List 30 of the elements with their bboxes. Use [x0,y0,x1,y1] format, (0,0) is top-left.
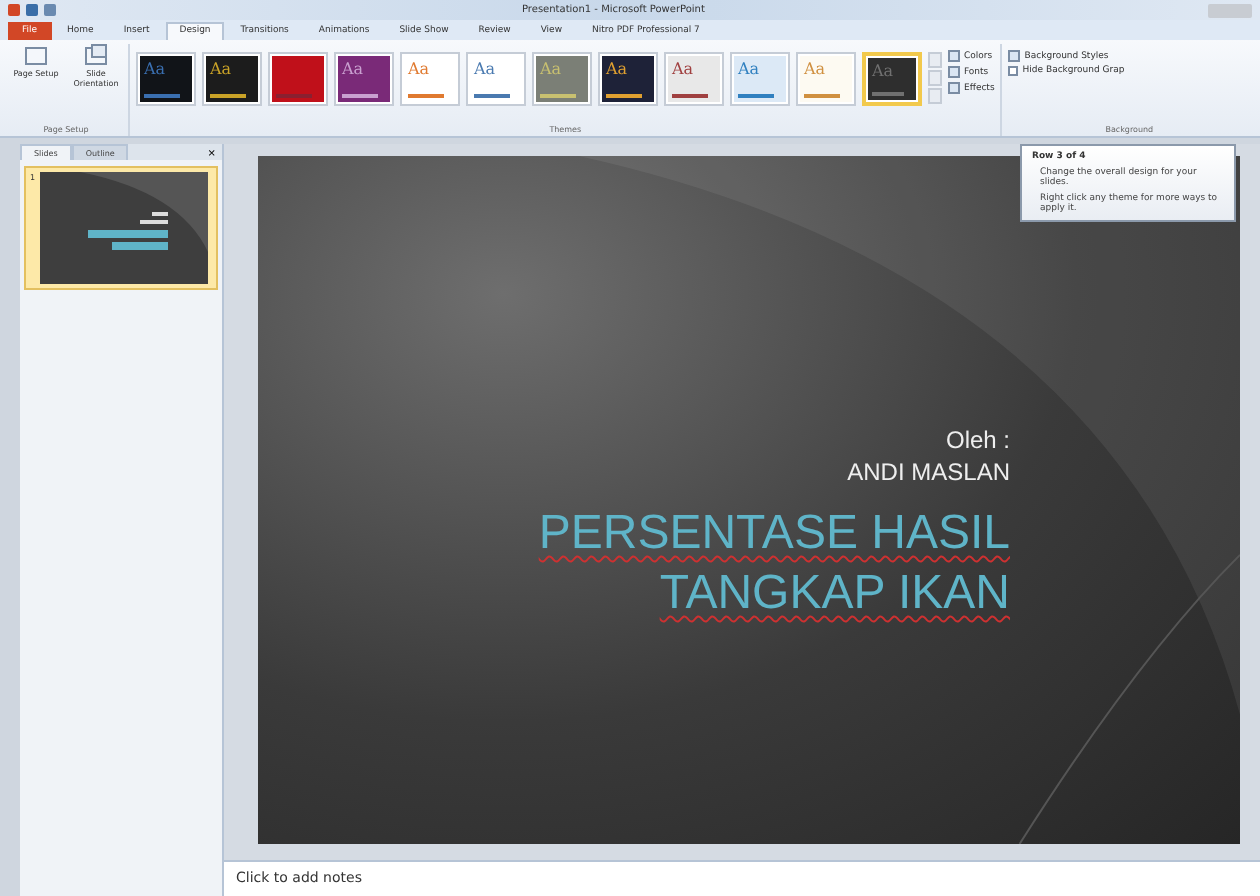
theme-sample-text: Aa [606,60,630,78]
more-icon[interactable] [928,88,942,104]
theme-sample-text: Aa [408,60,432,78]
theme-thumbnail[interactable]: Aa [202,52,262,106]
scroll-down-icon[interactable] [928,70,942,86]
theme-thumbnail[interactable]: Aa [664,52,724,106]
app-icon [8,4,20,16]
theme-sample-text: Aa [342,60,366,78]
page-icon [24,44,48,68]
pages-icon [84,44,108,68]
theme-sample-text: Aa [210,60,234,78]
undo-icon[interactable] [44,4,56,16]
theme-sample-text: Aa [144,60,168,78]
scroll-up-icon[interactable] [928,52,942,68]
slide-title: TANGKAP IKAN [659,564,1010,624]
byline-text: Oleh : [945,424,1010,456]
theme-sample-text: Aa [872,62,896,80]
theme-thumbnail[interactable]: Aa [136,52,196,106]
theme-sample-text: Aa [804,60,828,78]
theme-sample-text: Aa [540,60,564,78]
theme-thumbnail[interactable]: Aa [598,52,658,106]
slide-title: PERSENTASE HASIL [538,504,1010,564]
author-text: ANDI MASLAN [847,456,1010,488]
theme-sample-text: Aa [672,60,696,78]
theme-thumbnail[interactable]: Aa [466,52,526,106]
theme-thumbnail[interactable] [268,52,328,106]
theme-sample-text: Aa [474,60,498,78]
theme-sample-text: Aa [738,60,762,78]
save-icon[interactable] [26,4,38,16]
theme-thumbnail[interactable]: Aa [334,52,394,106]
